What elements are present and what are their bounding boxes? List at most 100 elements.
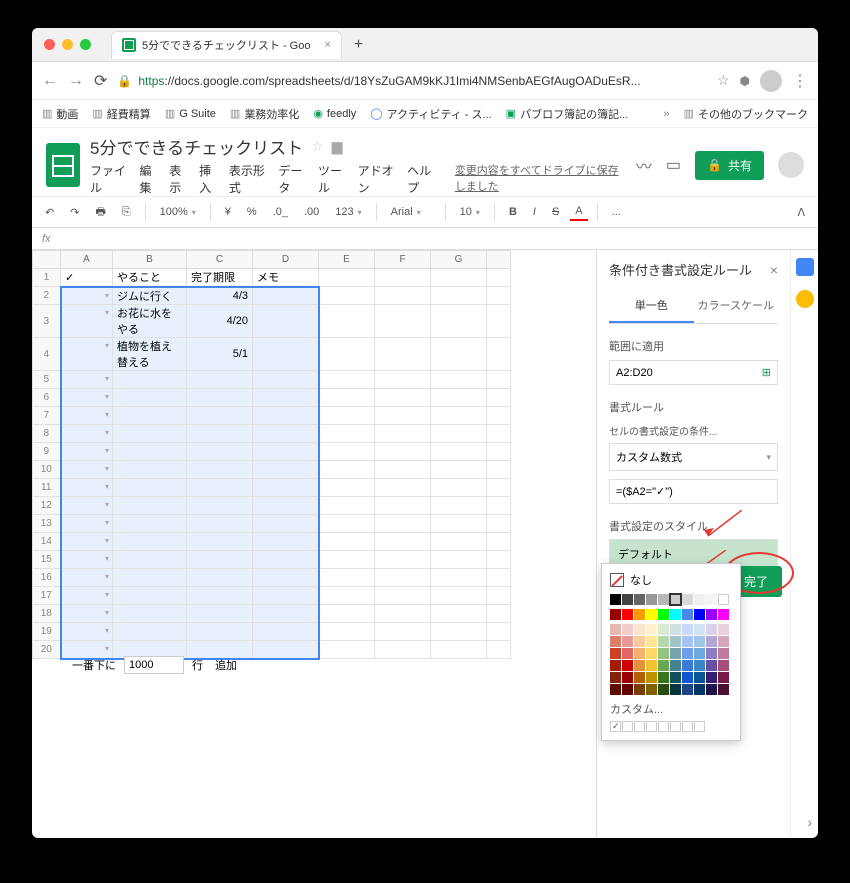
zoom-select[interactable]: 100%: [155, 203, 201, 221]
bookmark-item[interactable]: ◯アクティビティ - ス...: [370, 106, 491, 122]
extension-icon[interactable]: ⬢: [740, 74, 750, 88]
bookmark-item[interactable]: ▥動画: [42, 106, 78, 122]
keep-addon-icon[interactable]: [796, 290, 814, 308]
color-swatch[interactable]: [718, 648, 729, 659]
increase-decimal-button[interactable]: .00: [299, 203, 324, 221]
col-header[interactable]: E: [319, 251, 375, 269]
color-swatch[interactable]: [634, 672, 645, 683]
redo-button[interactable]: ↷: [65, 203, 84, 222]
toolbar-more-button[interactable]: ...: [607, 203, 626, 221]
col-header[interactable]: A: [61, 251, 113, 269]
color-swatch[interactable]: [694, 684, 705, 695]
color-swatch[interactable]: [694, 660, 705, 671]
bookmark-item[interactable]: ▥G Suite: [165, 107, 216, 120]
font-select[interactable]: Arial: [386, 203, 436, 221]
color-swatch[interactable]: [658, 672, 669, 683]
color-swatch[interactable]: [658, 684, 669, 695]
move-folder-icon[interactable]: ▆: [332, 138, 343, 155]
color-swatch[interactable]: [658, 594, 669, 605]
col-header[interactable]: G: [431, 251, 487, 269]
menu-format[interactable]: 表示形式: [229, 162, 269, 196]
bookmark-item[interactable]: ▥経費精算: [92, 106, 150, 122]
color-swatch[interactable]: [634, 636, 645, 647]
custom-swatch[interactable]: [658, 721, 669, 732]
color-swatch[interactable]: [682, 624, 693, 635]
percent-button[interactable]: %: [242, 203, 262, 221]
profile-avatar[interactable]: [760, 70, 782, 92]
color-swatch[interactable]: [634, 609, 645, 620]
color-swatch[interactable]: [646, 684, 657, 695]
custom-swatch[interactable]: [694, 721, 705, 732]
color-swatch[interactable]: [646, 660, 657, 671]
italic-button[interactable]: I: [528, 203, 541, 221]
color-swatch[interactable]: [610, 609, 621, 620]
currency-button[interactable]: ¥: [220, 203, 236, 221]
col-header[interactable]: C: [187, 251, 253, 269]
color-swatch[interactable]: [610, 660, 621, 671]
close-panel-icon[interactable]: ×: [770, 262, 778, 278]
color-swatch[interactable]: [646, 594, 657, 605]
collapse-toolbar-button[interactable]: ᐱ: [792, 203, 810, 222]
col-header[interactable]: D: [253, 251, 319, 269]
color-swatch[interactable]: [646, 648, 657, 659]
color-swatch[interactable]: [694, 672, 705, 683]
color-swatch[interactable]: [610, 648, 621, 659]
activity-icon[interactable]: 〰: [636, 153, 652, 177]
color-swatch[interactable]: [658, 648, 669, 659]
back-button[interactable]: ←: [42, 72, 58, 90]
paint-format-button[interactable]: ⎘: [117, 203, 136, 222]
color-swatch[interactable]: [694, 636, 705, 647]
reset-color-button[interactable]: なし: [610, 572, 732, 588]
color-swatch[interactable]: [670, 609, 681, 620]
color-swatch[interactable]: [718, 672, 729, 683]
close-tab-icon[interactable]: ×: [324, 39, 330, 51]
color-swatch[interactable]: [658, 660, 669, 671]
undo-button[interactable]: ↶: [40, 203, 59, 222]
color-swatch[interactable]: [622, 624, 633, 635]
other-bookmarks[interactable]: ▥その他のブックマーク: [684, 106, 808, 122]
doc-title[interactable]: 5分でできるチェックリスト: [90, 134, 303, 159]
maximize-window-button[interactable]: [80, 39, 91, 50]
color-swatch[interactable]: [706, 672, 717, 683]
browser-tab[interactable]: 5分でできるチェックリスト - Goo ×: [111, 31, 342, 59]
color-swatch[interactable]: [682, 609, 693, 620]
color-swatch[interactable]: [622, 594, 633, 605]
star-doc-icon[interactable]: ☆: [311, 138, 324, 155]
color-swatch[interactable]: [610, 624, 621, 635]
custom-swatch[interactable]: [646, 721, 657, 732]
color-swatch[interactable]: [694, 624, 705, 635]
color-swatch[interactable]: [658, 636, 669, 647]
add-rows-input[interactable]: [124, 656, 184, 674]
new-tab-button[interactable]: +: [354, 36, 363, 54]
menu-tools[interactable]: ツール: [318, 162, 348, 196]
color-swatch[interactable]: [706, 624, 717, 635]
reload-button[interactable]: ⟳: [94, 71, 107, 91]
print-button[interactable]: 🖶: [90, 200, 110, 225]
color-swatch[interactable]: [706, 648, 717, 659]
color-swatch[interactable]: [718, 660, 729, 671]
color-swatch[interactable]: [706, 636, 717, 647]
color-swatch[interactable]: [682, 648, 693, 659]
color-swatch[interactable]: [670, 684, 681, 695]
color-swatch[interactable]: [610, 684, 621, 695]
color-swatch[interactable]: [622, 636, 633, 647]
number-format-button[interactable]: 123: [330, 203, 366, 221]
color-swatch[interactable]: [610, 672, 621, 683]
bookmark-item[interactable]: ▣パブロフ簿記の簿記...: [506, 106, 629, 122]
custom-swatch[interactable]: [610, 721, 621, 732]
color-swatch[interactable]: [718, 624, 729, 635]
tab-color-scale[interactable]: カラースケール: [694, 289, 779, 323]
color-swatch[interactable]: [646, 672, 657, 683]
menu-file[interactable]: ファイル: [90, 162, 130, 196]
color-swatch[interactable]: [706, 684, 717, 695]
color-swatch[interactable]: [706, 660, 717, 671]
text-color-button[interactable]: A: [570, 203, 587, 221]
add-rows-button[interactable]: 追加: [215, 657, 237, 673]
close-window-button[interactable]: [44, 39, 55, 50]
comment-icon[interactable]: ▭: [666, 155, 681, 175]
save-status[interactable]: 変更内容をすべてドライブに保存しました: [455, 162, 626, 196]
color-swatch[interactable]: [682, 636, 693, 647]
sheets-logo[interactable]: [46, 143, 80, 187]
color-swatch[interactable]: [718, 636, 729, 647]
color-swatch[interactable]: [658, 624, 669, 635]
